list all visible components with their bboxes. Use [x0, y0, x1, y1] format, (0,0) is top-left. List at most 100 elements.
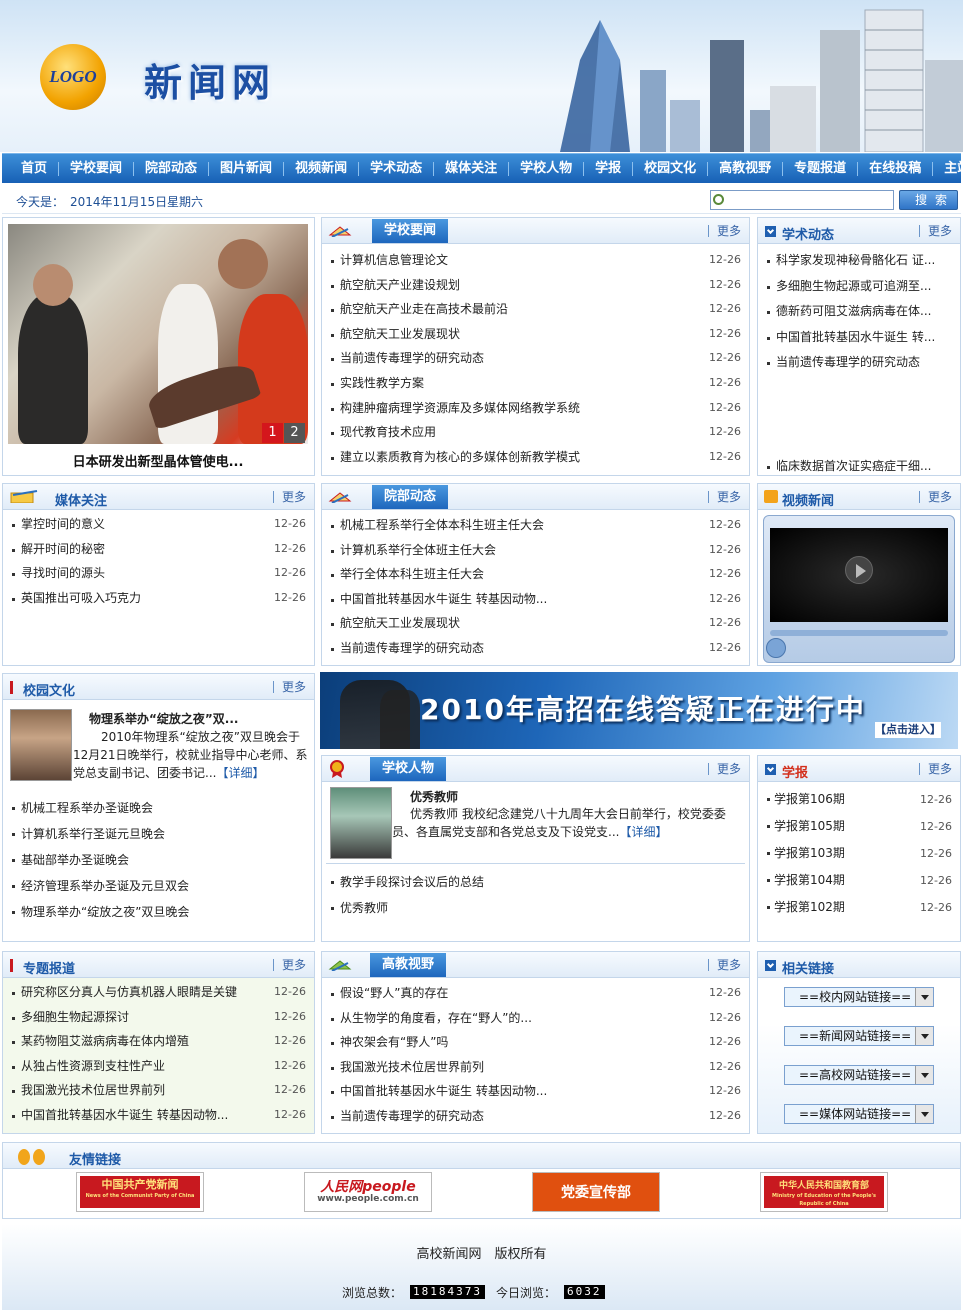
- nav-submit[interactable]: 在线投稿: [858, 161, 934, 176]
- school-news-more-link[interactable]: 更多: [707, 225, 741, 237]
- list-item[interactable]: 解开时间的秘密 12-26: [3, 537, 314, 562]
- nav-campus[interactable]: 校园文化: [633, 161, 709, 176]
- list-item[interactable]: 我国激光技术位居世界前列 12-26: [322, 1055, 749, 1080]
- list-item[interactable]: 当前遗传毒理学的研究动态 12-26: [322, 346, 749, 371]
- list-item[interactable]: 计算机系举行全体班主任大会 12-26: [322, 538, 749, 563]
- list-item[interactable]: 航空航天产业建设规划 12-26: [322, 273, 749, 298]
- media-links-select[interactable]: ==媒体网站链接==: [784, 1104, 934, 1124]
- college-links-select[interactable]: ==高校网站链接==: [784, 1065, 934, 1085]
- list-item[interactable]: 经济管理系举办圣诞及元旦双会: [3, 873, 314, 899]
- nav-media[interactable]: 媒体关注: [434, 161, 510, 176]
- party-publicity-logo[interactable]: 党委宣传部: [532, 1172, 660, 1212]
- nav-school-news[interactable]: 学校要闻: [59, 161, 135, 176]
- list-item[interactable]: 掌控时间的意义 12-26: [3, 512, 314, 537]
- list-item[interactable]: 航空航天产业走在高技术最前沿 12-26: [322, 297, 749, 322]
- list-item[interactable]: 多细胞生物起源探讨 12-26: [3, 1005, 314, 1030]
- news-links-select[interactable]: ==新闻网站链接==: [784, 1026, 934, 1046]
- nav-photo-news[interactable]: 图片新闻: [209, 161, 285, 176]
- list-item[interactable]: 航空航天工业发展现状 12-26: [322, 611, 749, 636]
- list-item[interactable]: 中国首批转基因水牛诞生 转...: [758, 325, 960, 351]
- video-more-link[interactable]: 更多: [918, 491, 952, 503]
- list-item[interactable]: 当前遗传毒理学的研究动态: [758, 350, 960, 376]
- campus-links-select[interactable]: ==校内网站链接==: [784, 987, 934, 1007]
- list-item[interactable]: 机械工程系举行全体本科生班主任大会 12-26: [322, 513, 749, 538]
- list-item[interactable]: 当前遗传毒理学的研究动态 12-26: [322, 1104, 749, 1129]
- ministry-education-logo[interactable]: 中华人民共和国教育部 Ministry of Education of the P…: [760, 1172, 888, 1212]
- list-item[interactable]: 中国首批转基因水牛诞生 转基因动物... 12-26: [322, 1079, 749, 1104]
- chevron-down-icon[interactable]: [915, 1066, 933, 1084]
- list-item[interactable]: 科学家发现神秘骨骼化石 证...: [758, 248, 960, 274]
- nav-main-site[interactable]: 主站首页: [933, 161, 963, 176]
- special-more-link[interactable]: 更多: [272, 959, 306, 971]
- people-more-link[interactable]: 更多: [707, 763, 741, 775]
- people-daily-logo[interactable]: 人民网people www.people.com.cn: [304, 1172, 432, 1212]
- nav-journal[interactable]: 学报: [584, 161, 634, 176]
- higher-edu-more-link[interactable]: 更多: [707, 959, 741, 971]
- list-item[interactable]: 神农架会有“野人”吗 12-26: [322, 1030, 749, 1055]
- academic-more-link[interactable]: 更多: [918, 225, 952, 237]
- campus-more-link[interactable]: 更多: [272, 681, 306, 693]
- people-feature-title[interactable]: 优秀教师: [410, 788, 458, 805]
- nav-video-news[interactable]: 视频新闻: [284, 161, 360, 176]
- search-input[interactable]: [710, 190, 894, 210]
- list-item[interactable]: 学报第102期 12-26: [758, 894, 960, 921]
- nav-dept-news[interactable]: 院部动态: [134, 161, 210, 176]
- slideshow-image[interactable]: [8, 224, 308, 444]
- nav-academic[interactable]: 学术动态: [359, 161, 435, 176]
- slideshow-caption[interactable]: 日本研发出新型晶体管使电...: [8, 451, 308, 470]
- nav-special[interactable]: 专题报道: [783, 161, 859, 176]
- list-item[interactable]: 学报第106期 12-26: [758, 786, 960, 813]
- list-item[interactable]: 中国首批转基因水牛诞生 转基因动物... 12-26: [3, 1103, 314, 1128]
- list-item[interactable]: 实践性教学方案 12-26: [322, 371, 749, 396]
- list-item[interactable]: 学报第104期 12-26: [758, 867, 960, 894]
- list-item[interactable]: 寻找时间的源头 12-26: [3, 561, 314, 586]
- journal-more-link[interactable]: 更多: [918, 763, 952, 775]
- people-detail-link[interactable]: 【详细】: [619, 825, 667, 839]
- chevron-down-icon[interactable]: [915, 1027, 933, 1045]
- list-item[interactable]: 学报第103期 12-26: [758, 840, 960, 867]
- list-item[interactable]: 机械工程系举办圣诞晚会: [3, 795, 314, 821]
- chevron-down-icon[interactable]: [915, 988, 933, 1006]
- list-item[interactable]: 多细胞生物起源或可追溯至...: [758, 274, 960, 300]
- site-logo[interactable]: LOGO: [40, 44, 106, 110]
- list-item[interactable]: 当前遗传毒理学的研究动态 12-26: [322, 636, 749, 661]
- list-item[interactable]: 计算机系举行圣诞元旦晚会: [3, 821, 314, 847]
- list-item[interactable]: 某药物阻艾滋病病毒在体内增殖 12-26: [3, 1029, 314, 1054]
- banner-text[interactable]: 2010年高招在线答疑正在进行中: [420, 688, 866, 728]
- campus-thumbnail[interactable]: [10, 709, 72, 781]
- people-thumbnail[interactable]: [330, 787, 392, 859]
- dept-more-link[interactable]: 更多: [707, 491, 741, 503]
- list-item[interactable]: 物理系举办“绽放之夜”双旦晚会: [3, 899, 314, 925]
- list-item[interactable]: 学报第105期 12-26: [758, 813, 960, 840]
- media-more-link[interactable]: 更多: [272, 491, 306, 503]
- list-item[interactable]: 临床数据首次证实癌症干细...: [758, 454, 960, 479]
- play-icon[interactable]: [845, 556, 873, 584]
- nav-people[interactable]: 学校人物: [509, 161, 585, 176]
- list-item[interactable]: 从生物学的角度看，存在“野人”的... 12-26: [322, 1006, 749, 1031]
- list-item[interactable]: 举行全体本科生班主任大会 12-26: [322, 562, 749, 587]
- slide-page-1[interactable]: 1: [262, 423, 283, 443]
- list-item[interactable]: 现代教育技术应用 12-26: [322, 420, 749, 445]
- banner-enter-link[interactable]: 【点击进入】: [875, 722, 941, 738]
- list-item[interactable]: 从独占性资源到支柱性产业 12-26: [3, 1054, 314, 1079]
- campus-detail-link[interactable]: 【详细】: [216, 766, 264, 780]
- search-button[interactable]: 搜 索: [899, 190, 958, 210]
- list-item[interactable]: 教学手段探讨会议后的总结: [322, 869, 749, 895]
- list-item[interactable]: 建立以素质教育为核心的多媒体创新教学模式 12-26: [322, 445, 749, 470]
- list-item[interactable]: 研究称区分真人与仿真机器人眼睛是关键 12-26: [3, 980, 314, 1005]
- video-progress-bar[interactable]: [770, 630, 948, 636]
- nav-higher-edu[interactable]: 高教视野: [708, 161, 784, 176]
- campus-feature-title[interactable]: 物理系举办“绽放之夜”双...: [89, 710, 238, 727]
- nav-home[interactable]: 首页: [10, 161, 60, 176]
- list-item[interactable]: 计算机信息管理论文 12-26: [322, 248, 749, 273]
- chevron-down-icon[interactable]: [915, 1105, 933, 1123]
- list-item[interactable]: 中国首批转基因水牛诞生 转基因动物... 12-26: [322, 587, 749, 612]
- list-item[interactable]: 德新药可阻艾滋病病毒在体...: [758, 299, 960, 325]
- list-item[interactable]: 英国推出可吸入巧克力 12-26: [3, 586, 314, 611]
- list-item[interactable]: 基础部举办圣诞晚会: [3, 847, 314, 873]
- list-item[interactable]: 优秀教师: [322, 895, 749, 921]
- list-item[interactable]: 我国激光技术位居世界前列 12-26: [3, 1078, 314, 1103]
- slide-page-2[interactable]: 2: [284, 423, 305, 443]
- list-item[interactable]: 航空航天工业发展现状 12-26: [322, 322, 749, 347]
- list-item[interactable]: 假设“野人”真的存在 12-26: [322, 981, 749, 1006]
